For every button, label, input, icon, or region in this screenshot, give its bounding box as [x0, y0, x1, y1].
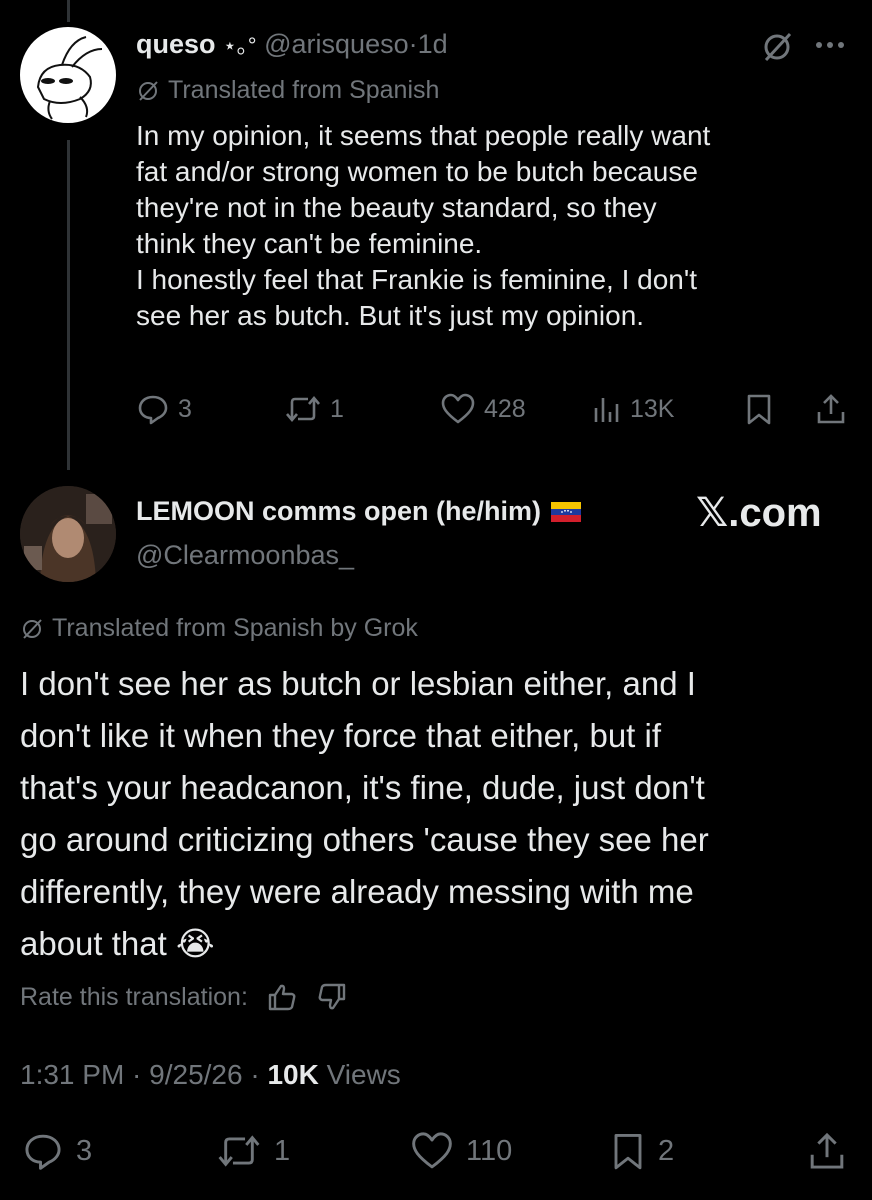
- bookmark-button[interactable]: 2: [610, 1130, 674, 1172]
- reply-button[interactable]: 3: [136, 392, 192, 426]
- translated-label[interactable]: Translated from Spanish by Grok: [52, 614, 418, 643]
- translate-icon: [139, 80, 158, 101]
- reply-line: don't like it when they force that eithe…: [20, 717, 662, 754]
- avatar[interactable]: [20, 486, 116, 582]
- repost-count: 1: [274, 1134, 291, 1167]
- reply-line: differently, they were already messing w…: [20, 873, 694, 910]
- view-count: 13K: [630, 394, 675, 423]
- bookmark-icon: [614, 1133, 642, 1170]
- repost-icon: [218, 1135, 260, 1167]
- reply-icon: [25, 1134, 61, 1170]
- views-button[interactable]: 13K: [592, 392, 674, 426]
- x-watermark: 𝕏.com: [696, 491, 822, 535]
- post-line: see her as butch. But it's just my opini…: [136, 300, 645, 331]
- grok-icon[interactable]: [760, 30, 794, 64]
- translation-note: Translated from Spanish by Grok: [20, 614, 418, 643]
- analytics-icon: [594, 398, 619, 422]
- share-icon: [810, 1132, 844, 1169]
- share-button[interactable]: [814, 392, 848, 426]
- reply-line: that's your headcanon, it's fine, dude, …: [20, 769, 705, 806]
- thread-line: [67, 140, 70, 470]
- rate-label: Rate this translation:: [20, 982, 248, 1011]
- views-label: Views: [326, 1059, 401, 1090]
- post-line: fat and/or strong women to be butch beca…: [136, 156, 698, 187]
- rabbit-avatar-drawing: [36, 36, 103, 120]
- heart-icon: [412, 1132, 452, 1169]
- repost-button[interactable]: 1: [216, 1130, 290, 1172]
- handle[interactable]: @Clearmoonbas_: [136, 540, 354, 571]
- reply-button[interactable]: 3: [22, 1130, 92, 1172]
- handle[interactable]: @arisqueso: [264, 29, 408, 59]
- reply-line: about that 😭: [20, 925, 215, 962]
- thread-line-top: [67, 0, 70, 22]
- like-count: 110: [466, 1134, 513, 1167]
- reply-icon: [138, 395, 168, 425]
- post-line: think they can't be feminine.: [136, 228, 483, 259]
- post-line: I honestly feel that Frankie is feminine…: [136, 264, 697, 295]
- translate-icon: [23, 618, 42, 639]
- bookmark-icon: [747, 394, 771, 425]
- name-decoration: ⋆｡°: [223, 33, 257, 58]
- views-count: 10K: [267, 1059, 319, 1090]
- avatar[interactable]: [20, 27, 116, 123]
- reply-header: LEMOON comms open (he/him): [136, 496, 582, 527]
- more-icon[interactable]: [812, 30, 848, 65]
- reply-body: I don't see her as butch or lesbian eith…: [20, 658, 860, 970]
- avatar-photo: [20, 486, 116, 582]
- post-line: they're not in the beauty standard, so t…: [136, 192, 657, 223]
- repost-icon: [286, 395, 320, 423]
- like-button[interactable]: 110: [410, 1130, 512, 1172]
- separator: ·: [408, 29, 418, 59]
- post-time[interactable]: 1d: [418, 29, 448, 59]
- share-icon: [817, 394, 845, 424]
- timestamp[interactable]: 1:31 PM · 9/25/26 ·: [20, 1059, 260, 1090]
- like-button[interactable]: 428: [440, 392, 526, 426]
- like-count: 428: [484, 394, 526, 423]
- rate-translation: Rate this translation:: [20, 982, 348, 1012]
- share-button[interactable]: [806, 1130, 848, 1172]
- thumbs-up-icon[interactable]: [266, 982, 298, 1012]
- reply-count: 3: [76, 1134, 93, 1167]
- repost-button[interactable]: 1: [284, 392, 344, 426]
- post-header: queso ⋆｡° @arisqueso·1d: [136, 28, 448, 60]
- reply-count: 3: [178, 394, 192, 423]
- repost-count: 1: [330, 394, 344, 423]
- timestamp-row: 1:31 PM · 9/25/26 · 10K Views: [20, 1059, 401, 1091]
- venezuela-flag-icon: [551, 501, 582, 522]
- reply-line: I don't see her as butch or lesbian eith…: [20, 665, 696, 702]
- bookmark-count: 2: [658, 1134, 675, 1167]
- display-name[interactable]: queso: [136, 29, 216, 59]
- post-line: In my opinion, it seems that people real…: [136, 120, 711, 151]
- reply-line: go around criticizing others 'cause they…: [20, 821, 709, 858]
- bookmark-button[interactable]: [744, 392, 774, 426]
- translation-note: Translated from Spanish: [136, 76, 439, 105]
- thumbs-down-icon[interactable]: [316, 982, 348, 1012]
- post-body: In my opinion, it seems that people real…: [136, 118, 856, 334]
- translated-label[interactable]: Translated from Spanish: [168, 76, 439, 105]
- heart-icon: [441, 393, 475, 424]
- display-name[interactable]: LEMOON comms open (he/him): [136, 496, 541, 527]
